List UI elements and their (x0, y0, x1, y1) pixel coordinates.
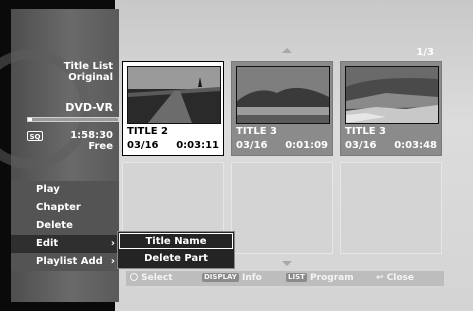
select-hint: Select (130, 271, 173, 286)
info-hint: DISPLAY Info (202, 273, 262, 283)
thumbnail-image (127, 66, 221, 124)
title-thumbnail[interactable]: TITLE 3 03/16 0:03:48 (340, 61, 442, 156)
free-time: 1:58:30 (70, 130, 113, 141)
menu-item-delete[interactable]: Delete (11, 217, 119, 235)
dvd-title-list-screen: 1/3 Title List Original DVD-VR SQ 1:58:3… (0, 0, 473, 311)
scroll-up-arrow-icon[interactable] (282, 48, 292, 53)
submenu-arrow-icon: › (110, 238, 115, 249)
menu-item-playlist-add[interactable]: Playlist Add › (11, 253, 119, 271)
thumbnail-title: TITLE 3 (236, 126, 278, 137)
thumbnail-length: 0:01:09 (285, 140, 328, 151)
enter-button-icon (130, 273, 138, 281)
menu-item-label: Play (36, 184, 60, 195)
thumbnail-date: 03/16 (236, 140, 268, 151)
menu-item-label: Delete (36, 220, 73, 231)
edit-submenu: Title Name Delete Part (117, 231, 235, 269)
panel-title-line2: Original (68, 72, 113, 83)
thumbnail-image (345, 66, 439, 124)
menu-item-label: Edit (36, 238, 59, 249)
record-mode-icon: SQ (27, 131, 43, 141)
disc-capacity-fill (28, 118, 32, 121)
thumbnail-title: TITLE 3 (345, 126, 387, 137)
menu-item-label: Chapter (36, 202, 81, 213)
menu-item-label: Playlist Add (36, 256, 103, 267)
free-label: Free (88, 141, 113, 152)
thumbnail-length: 0:03:11 (176, 140, 219, 151)
thumbnail-date: 03/16 (127, 140, 159, 151)
coast-waves-image (346, 67, 438, 123)
return-icon: ↩ (376, 273, 384, 283)
program-hint: LIST Program (286, 273, 354, 283)
list-key-icon: LIST (286, 273, 307, 282)
thumbnail-length: 0:03:48 (394, 140, 437, 151)
disc-capacity-bar (27, 117, 119, 122)
thumbnail-title: TITLE 2 (127, 126, 169, 137)
mountain-lake-image (237, 67, 329, 123)
field-road-image (128, 67, 220, 123)
menu-item-edit[interactable]: Edit › (11, 235, 119, 253)
submenu-item-title-name[interactable]: Title Name (119, 233, 233, 249)
title-thumbnail[interactable]: TITLE 2 03/16 0:03:11 (122, 61, 224, 156)
submenu-arrow-icon: › (110, 256, 115, 267)
thumbnail-image (236, 66, 330, 124)
submenu-item-delete-part[interactable]: Delete Part (119, 251, 233, 267)
close-hint: ↩ Close (376, 273, 415, 283)
title-thumbnail[interactable]: TITLE 3 03/16 0:01:09 (231, 61, 333, 156)
button-guide-bar: Select DISPLAY Info LIST Program ↩ Close (126, 271, 444, 286)
menu-item-chapter[interactable]: Chapter (11, 199, 119, 217)
thumbnail-date: 03/16 (345, 140, 377, 151)
page-indicator: 1/3 (416, 47, 434, 58)
empty-thumbnail-slot (231, 162, 333, 254)
empty-thumbnail-slot (340, 162, 442, 254)
scroll-down-arrow-icon[interactable] (282, 261, 292, 266)
media-type: DVD-VR (65, 101, 113, 114)
panel-title-line1: Title List (63, 61, 113, 72)
display-key-icon: DISPLAY (202, 273, 239, 282)
menu-item-play[interactable]: Play (11, 181, 119, 199)
